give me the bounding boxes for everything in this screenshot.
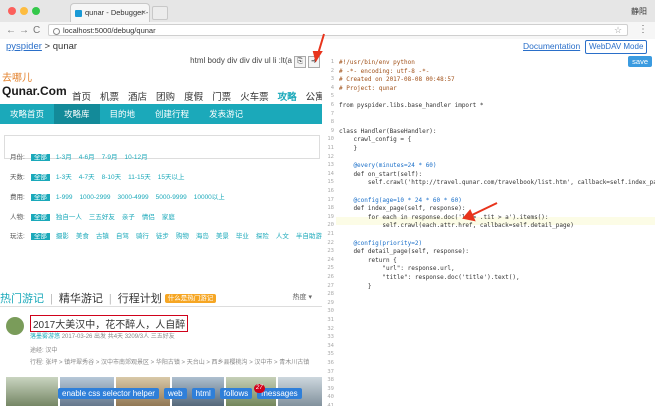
line-number: 4 [330, 84, 334, 91]
tab-title: qunar - Debugger - pyspider [85, 8, 149, 17]
webdav-mode-button[interactable]: WebDAV Mode [585, 40, 648, 54]
line-number: 36 [327, 360, 334, 366]
line-number: 2 [330, 67, 334, 74]
line-number: 1 [330, 59, 334, 65]
code-line: @every(minutes=24 * 60) [339, 162, 437, 170]
url-text: localhost:5000/debug/qunar [63, 26, 156, 35]
line-number: 28 [327, 291, 334, 298]
line-number: 11 [327, 145, 334, 151]
line-number: 16 [327, 188, 334, 194]
line-number: 19 [327, 213, 334, 220]
pyspider-header: pyspider > qunar Documentation WebDAV Mo… [0, 39, 655, 56]
code-line: # Created on 2017-08-08 00:48:57 [339, 76, 455, 84]
tab-close-icon[interactable]: × [141, 4, 146, 22]
line-number: 9 [330, 127, 334, 134]
line-number: 39 [327, 385, 334, 392]
close-window-button[interactable] [8, 7, 16, 15]
code-line: "title": response.doc('title').text(), [339, 274, 520, 281]
line-number: 20 [327, 222, 334, 229]
code-line: # Project: qunar [339, 84, 397, 92]
line-number: 18 [327, 205, 334, 212]
code-line: "url": response.url, [339, 265, 455, 273]
line-number: 15 [327, 179, 334, 186]
new-tab-button[interactable] [152, 6, 168, 20]
back-icon[interactable]: ← [6, 25, 16, 36]
line-number: 33 [327, 334, 334, 341]
line-number: 31 [327, 317, 334, 323]
line-number: 38 [327, 377, 334, 384]
reload-icon[interactable]: C [33, 25, 40, 36]
maximize-window-button[interactable] [32, 7, 40, 15]
breadcrumb: pyspider > qunar [6, 41, 77, 52]
line-number: 23 [327, 248, 334, 255]
line-number: 10 [327, 136, 334, 143]
line-number: 24 [327, 256, 334, 263]
address-bar-row: ← → C localhost:5000/debug/qunar ☆ ⋮ [0, 22, 655, 40]
code-line: # -*- encoding: utf-8 -*- [339, 67, 430, 75]
line-number: 26 [327, 274, 334, 280]
line-number: 13 [327, 162, 334, 169]
forward-icon[interactable]: → [19, 25, 29, 36]
documentation-link[interactable]: Documentation [523, 41, 580, 51]
code-line: def index_page(self, response): [339, 205, 466, 213]
code-line: def detail_page(self, response): [339, 248, 470, 256]
code-line: } [339, 145, 358, 152]
line-number: 3 [330, 76, 334, 83]
line-number: 21 [327, 231, 334, 237]
line-number: 27 [327, 282, 334, 289]
code-line: class Handler(BaseHandler): [339, 127, 437, 135]
browser-user[interactable]: 静阳 [631, 6, 647, 17]
page-preview-pane: html body div div div ul li :lt(a ⎘ ➔ 去哪… [0, 55, 323, 406]
line-number: 30 [327, 308, 334, 315]
browser-menu-icon[interactable]: ⋮ [638, 24, 648, 35]
code-line: def on_start(self): [339, 170, 423, 178]
code-line: crawl_config = { [339, 136, 412, 144]
breadcrumb-separator: > [41, 41, 53, 52]
info-icon [53, 28, 60, 35]
code-line: for each in response.doc('li > .tit > a'… [339, 213, 549, 221]
code-line: } [339, 282, 372, 290]
code-line: self.crawl('http://travel.qunar.com/trav… [339, 179, 655, 187]
code-editor[interactable]: save 1 #!/usr/bin/env python 2 # -*- encodi… [322, 55, 655, 406]
minimize-window-button[interactable] [20, 7, 28, 15]
code-line: #!/usr/bin/env python [339, 59, 415, 66]
bookmark-star-icon[interactable]: ☆ [614, 25, 622, 36]
url-field[interactable]: localhost:5000/debug/qunar [48, 24, 628, 36]
line-number: 34 [327, 342, 334, 349]
code-line: @config(age=10 * 24 * 60 * 60) [339, 196, 462, 204]
line-number: 7 [330, 110, 334, 117]
line-number: 29 [327, 299, 334, 306]
line-number: 37 [327, 368, 334, 375]
line-number: 8 [330, 119, 334, 126]
code-line: self.crawl(each.attr.href, callback=self… [339, 222, 574, 230]
breadcrumb-pyspider-link[interactable]: pyspider [6, 41, 42, 52]
line-number: 40 [327, 394, 334, 401]
line-number: 35 [327, 351, 334, 358]
line-number: 25 [327, 265, 334, 272]
favicon-icon [75, 10, 82, 17]
annotation-arrows [0, 55, 322, 406]
breadcrumb-project: qunar [52, 41, 78, 52]
code-line: from pyspider.libs.base_handler import * [339, 102, 484, 109]
line-number: 17 [327, 196, 334, 203]
line-number: 5 [330, 93, 334, 100]
line-number: 14 [327, 170, 334, 177]
save-button[interactable]: save [628, 56, 652, 67]
code-line: @config(priority=2) [339, 239, 423, 247]
browser-titlebar: qunar - Debugger - pyspider × 静阳 [0, 0, 655, 23]
browser-tab[interactable]: qunar - Debugger - pyspider × [70, 3, 150, 22]
code-line: return { [339, 256, 397, 264]
line-number: 22 [327, 239, 334, 246]
line-number: 6 [330, 102, 334, 108]
line-number: 12 [327, 153, 334, 160]
line-number: 32 [327, 325, 334, 332]
